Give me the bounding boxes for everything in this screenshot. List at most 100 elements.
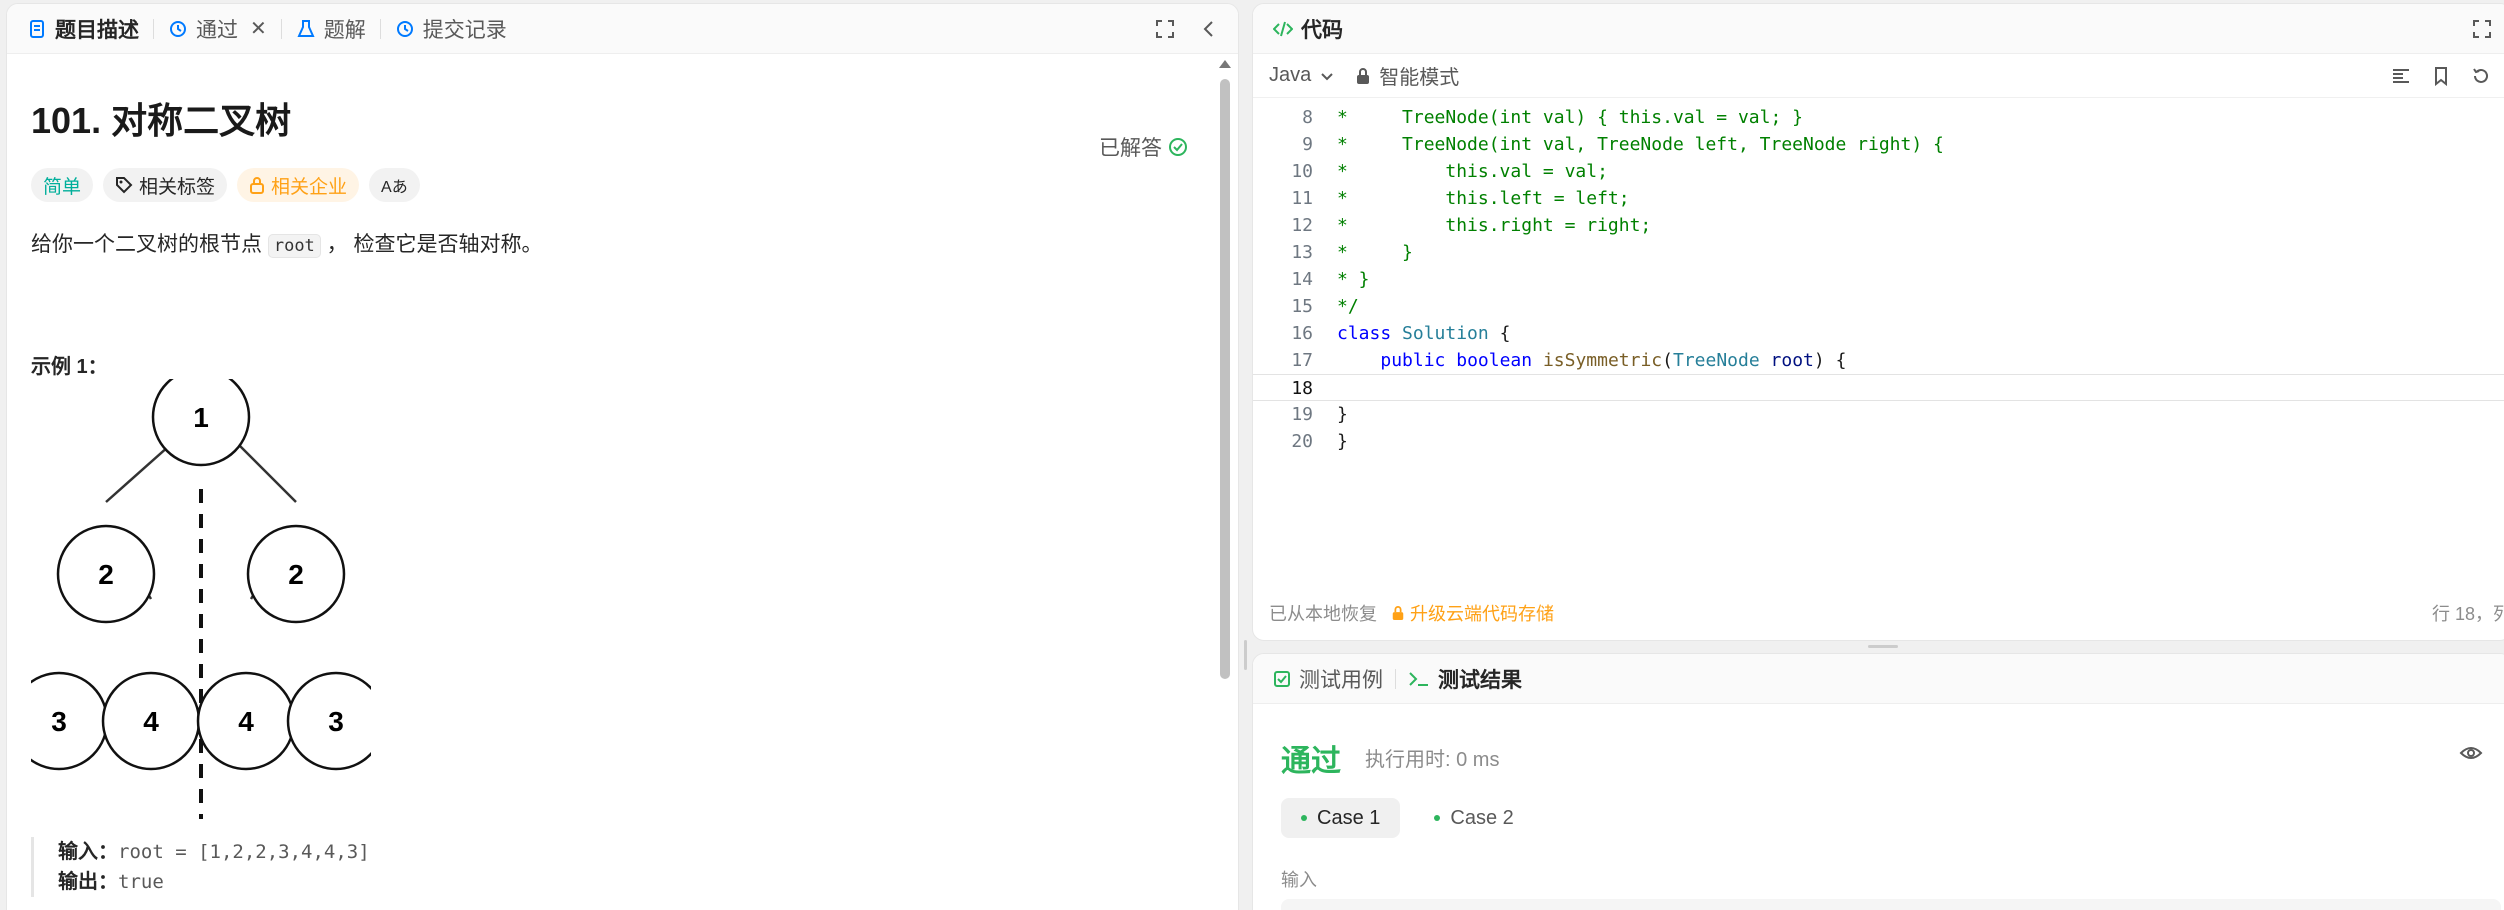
cursor-position: 行 18，列 [2431,604,2504,624]
code-line: 17 public boolean isSymmetric(TreeNode r… [1253,347,2504,374]
tab-separator [153,18,154,39]
line-number: 15 [1291,296,1313,317]
tree-node-label: 4 [238,706,254,737]
lock-icon [1392,606,1404,620]
code-tabbar: 代码 [1253,4,2504,54]
tab-code-label: 代码 [1301,18,1343,42]
tab-passed-label: 通过 [196,18,238,42]
line-number: 17 [1291,350,1313,371]
tree-node: 2 [246,524,346,624]
tab-separator [1395,668,1396,689]
runtime-text: 执行用时: 0 ms [1365,749,1500,771]
tab-separator [280,18,282,39]
tab-passed[interactable]: 通过 ✕ [168,14,267,44]
case-tab-1[interactable]: Case 1 [1281,798,1401,838]
code-toolbar: Java 智能模式 [1253,54,2504,98]
result-panel: 测试用例 测试结果 通过 执行用时: 0 ms Case 1 Case 2 输入 [1252,653,2504,910]
document-icon [30,19,44,38]
tree-node: 2 [56,524,156,624]
tag-icon [116,177,133,194]
line-number: 16 [1291,323,1313,344]
tree-node-label: 2 [288,559,304,590]
lock-icon [250,177,265,194]
problem-tags: 简单 相关标签 相关企业 Aあ [31,168,1214,202]
chevron-down-icon [1321,72,1333,80]
code-line: 13 * } [1253,239,2504,266]
tab-submissions-label: 提交记录 [422,18,507,42]
difficulty-badge: 简单 [31,168,94,202]
flask-icon [297,19,315,37]
tab-solutions[interactable]: 题解 [296,14,366,44]
check-circle-icon [1169,138,1187,156]
line-number: 20 [1291,431,1313,452]
tab-solutions-label: 题解 [323,18,366,42]
code-line: 19} [1253,401,2504,428]
code-line: 14 * } [1253,266,2504,293]
result-tabbar: 测试用例 测试结果 [1253,654,2504,704]
tree-node: 4 [196,671,296,771]
case-tab-label: Case 2 [1450,806,1514,829]
upgrade-storage-label: 升级云端代码存储 [1410,604,1554,624]
reset-icon[interactable] [2471,66,2491,86]
tab-test-result-label: 测试结果 [1438,668,1522,692]
line-number: 18 [1291,378,1313,399]
pass-dot [1301,815,1307,821]
scrollbar-thumb[interactable] [1220,79,1230,679]
tree-node-label: 2 [98,559,114,590]
smart-mode-toggle[interactable]: 智能模式 [1355,61,1459,90]
font-size-button[interactable]: Aあ [369,168,420,202]
fullscreen-icon[interactable] [1154,18,1176,40]
problem-description: 给你一个二叉树的根节点 root ， 检查它是否轴对称。 [31,228,1214,258]
code-line: 15 */ [1253,293,2504,320]
upgrade-storage-link[interactable]: 升级云端代码存储 [1391,600,1554,626]
line-number: 14 [1291,269,1313,290]
editor-status-bar: 已从本地恢复 升级云端代码存储 [1269,600,1554,626]
problem-title: 101. 对称二叉树 [31,100,292,141]
problem-panel: 题目描述 通过 ✕ 题解 提交记录 101. 对称二叉树 已解答 简单 相关标签… [6,3,1239,910]
symmetric-tree-diagram: 1 2 2 3 4 4 3 [31,379,371,819]
eye-icon[interactable] [2459,744,2483,762]
line-number: 10 [1291,161,1313,182]
code-editor[interactable]: 8 * TreeNode(int val) { this.val = val; }… [1253,104,2504,455]
tree-node-label: 4 [143,706,159,737]
history-icon [396,20,413,37]
language-select[interactable]: Java [1269,64,1335,87]
bookmark-icon[interactable] [2431,66,2451,86]
lock-icon [1357,67,1370,84]
tree-node-label: 1 [193,402,209,433]
case-tabs: Case 1 Case 2 [1281,798,1534,838]
related-companies-label: 相关企业 [271,176,348,198]
horizontal-resize-handle[interactable] [1868,645,1898,648]
tab-test-result[interactable]: 测试结果 [1408,664,1522,694]
code-line: 8 * TreeNode(int val) { this.val = val; } [1253,104,2504,131]
related-tags-button[interactable]: 相关标签 [103,168,228,202]
tab-testcases[interactable]: 测试用例 [1273,664,1383,694]
tab-description[interactable]: 题目描述 [27,14,139,44]
case-tab-2[interactable]: Case 2 [1414,798,1533,838]
close-icon[interactable]: ✕ [250,16,267,41]
language-label: Java [1269,64,1312,86]
description-text: 给你一个二叉树的根节点 [31,233,268,256]
tab-testcases-label: 测试用例 [1299,668,1383,692]
example-block: 输入：root = [1,2,2,3,4,4,3] 输出：true [31,837,370,897]
related-companies-button[interactable]: 相关企业 [237,168,360,202]
input-value: root = [1,2,2,3,4,4,3] [118,841,370,863]
tree-node: 3 [286,671,371,771]
tab-submissions[interactable]: 提交记录 [395,14,507,44]
fullscreen-icon[interactable] [2471,18,2493,40]
solved-label: 已解答 [1099,137,1162,160]
tree-node: 3 [31,671,109,771]
format-icon[interactable] [2391,66,2411,86]
tab-code[interactable]: 代码 [1273,14,1343,44]
smart-mode-label: 智能模式 [1379,67,1460,89]
case-tab-label: Case 1 [1317,806,1381,829]
collapse-left-icon[interactable] [1198,18,1220,40]
scroll-up-arrow[interactable] [1219,60,1231,68]
output-value: true [118,871,164,893]
line-number: 8 [1302,107,1313,128]
line-number: 19 [1291,404,1313,425]
tree-node-label: 3 [328,706,344,737]
tab-separator [379,18,381,39]
vertical-resize-handle[interactable] [1244,640,1247,670]
description-text-end: ， 检查它是否轴对称。 [320,233,543,256]
